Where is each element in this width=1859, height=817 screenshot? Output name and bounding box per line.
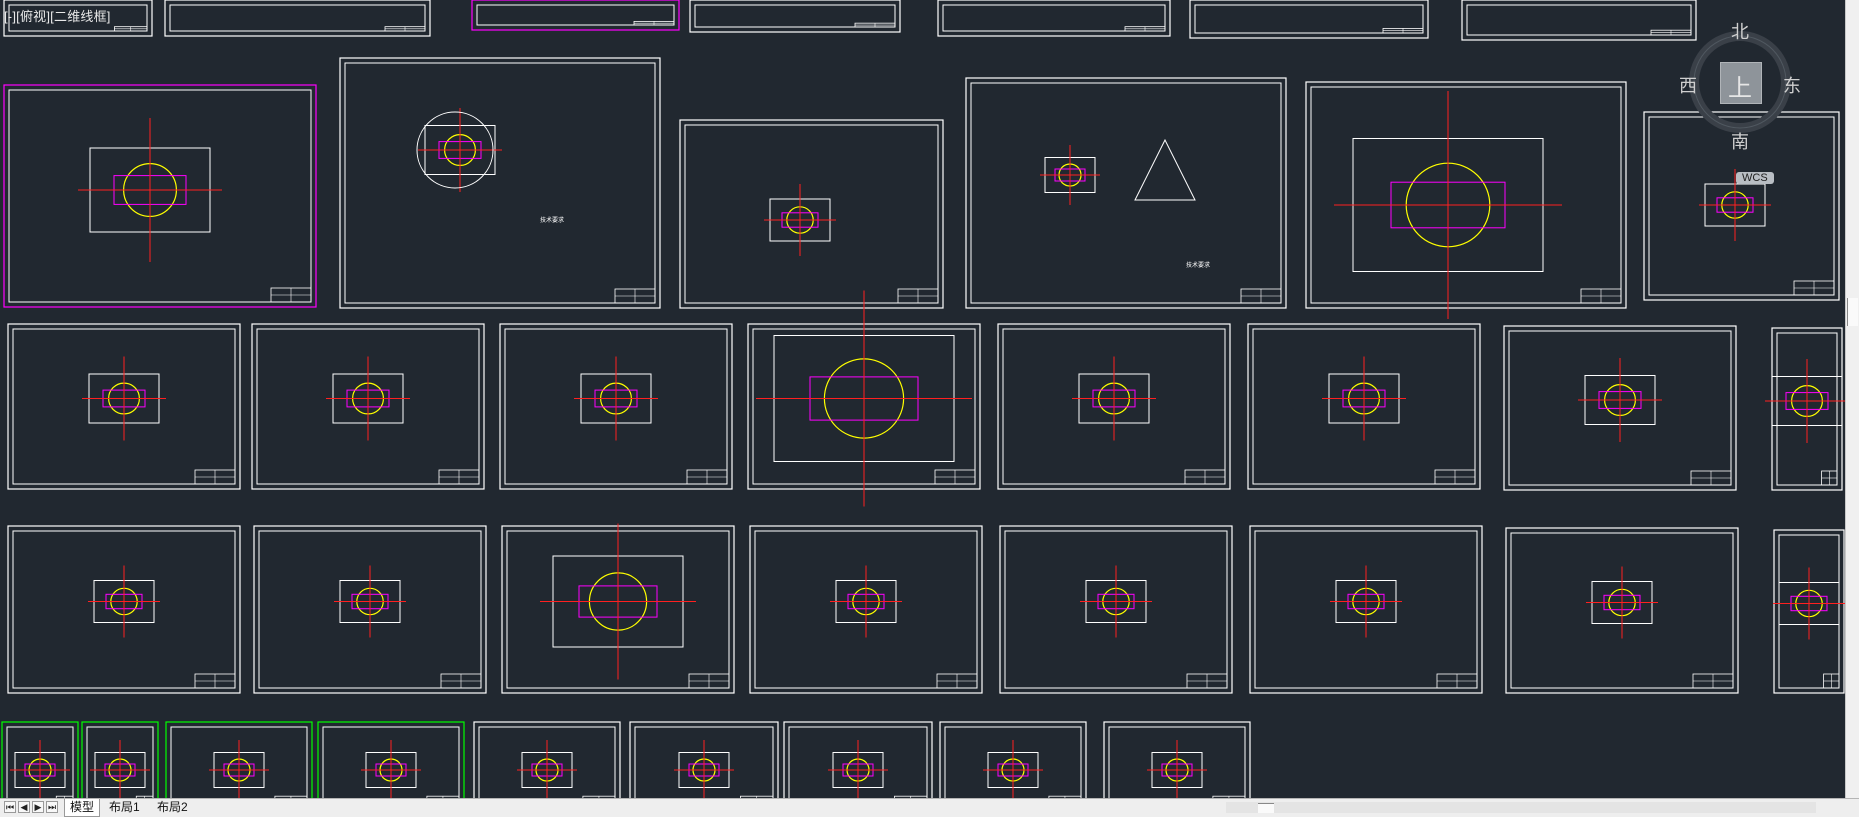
drawing-sheet-inner — [942, 4, 1166, 32]
tech-requirements: 技术要求 — [1186, 261, 1210, 269]
horizontal-scrollbar[interactable] — [1226, 802, 1816, 813]
drawing-sheet-inner — [1310, 86, 1622, 304]
compass-north[interactable]: 北 — [1728, 18, 1752, 44]
drawing-sheet-outer — [965, 77, 1287, 309]
drawing-viewport[interactable]: 技术要求 技术要求 [-][俯视][二维线框] 上 北 南 西 东 WCS — [0, 0, 1846, 798]
drawing-sheet-inner — [476, 4, 675, 26]
wcs-menu[interactable]: WCS — [1736, 172, 1774, 184]
view-label[interactable]: [-][俯视][二维线框] — [4, 6, 111, 25]
nav-last-icon[interactable]: ⏭ — [46, 801, 58, 813]
part-outline — [1134, 138, 1196, 201]
nav-prev-icon[interactable]: ◀ — [18, 801, 30, 813]
drawing-sheet-outer — [339, 57, 661, 309]
viewcube[interactable]: 上 北 南 西 东 WCS — [1679, 18, 1801, 184]
compass-east[interactable]: 东 — [1780, 72, 1804, 98]
drawing-sheets[interactable]: 技术要求技术要求 — [0, 0, 1846, 798]
tab-layout2[interactable]: 布局2 — [152, 799, 193, 816]
drawing-sheet-outer — [1305, 81, 1627, 309]
drawing-sheet-inner — [8, 89, 312, 303]
drawing-sheet-inner — [694, 4, 896, 28]
drawing-sheet-outer — [1461, 0, 1697, 41]
drawing-sheet-inner — [344, 62, 656, 304]
horizontal-scroll-thumb[interactable] — [1258, 803, 1274, 813]
tab-model[interactable]: 模型 — [64, 799, 101, 817]
drawing-sheet-outer — [1189, 0, 1429, 39]
drawing-sheet-inner — [169, 4, 426, 32]
tab-layout1[interactable]: 布局1 — [104, 799, 145, 816]
drawing-sheet-outer — [3, 84, 317, 308]
vertical-scrollbar[interactable] — [1845, 0, 1859, 798]
viewcube-top-label: 上 — [1728, 75, 1752, 102]
nav-next-icon[interactable]: ▶ — [32, 801, 44, 813]
drawing-sheet-inner — [970, 82, 1282, 304]
compass-south[interactable]: 南 — [1728, 128, 1752, 154]
compass-west[interactable]: 西 — [1676, 72, 1700, 98]
tech-requirements: 技术要求 — [540, 216, 564, 224]
layout-tab-bar: ⏮ ◀ ▶ ⏭ 模型 布局1 布局2 — [0, 798, 1859, 817]
nav-first-icon[interactable]: ⏮ — [4, 801, 16, 813]
vertical-scroll-thumb[interactable] — [1847, 298, 1858, 326]
